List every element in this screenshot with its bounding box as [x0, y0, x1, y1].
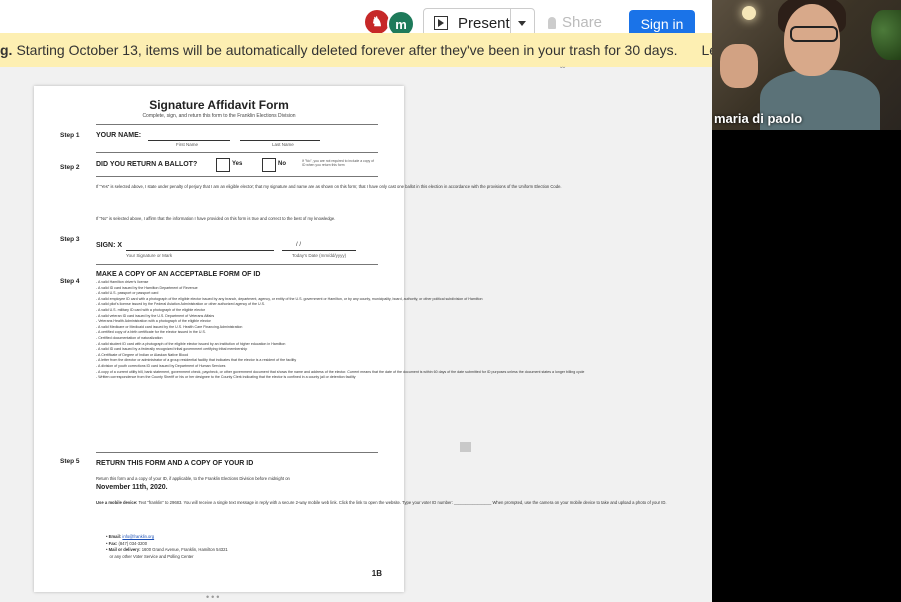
- first-name-line: [148, 140, 230, 141]
- date-separators: / /: [296, 242, 302, 248]
- share-label: Share: [562, 14, 603, 31]
- mobile-instructions: Use a mobile device: Text "franklin" to …: [96, 500, 667, 507]
- banner-text: Starting October 13, items will be autom…: [16, 42, 678, 58]
- contact-list: • Email: info@franklin.org • Fax: (847) …: [106, 534, 388, 560]
- step-5-label: Step 5: [60, 458, 80, 465]
- present-label: Present: [458, 14, 510, 32]
- yes-statement: If "Yes" is selected above, I state unde…: [96, 184, 562, 189]
- present-dropdown-icon[interactable]: [518, 21, 526, 26]
- last-name-line: [240, 140, 320, 141]
- first-name-caption: First Name: [176, 142, 199, 147]
- your-name-label: YOUR NAME:: [96, 132, 142, 139]
- no-note: If "No", you are not required to include…: [302, 159, 374, 168]
- scroll-indicator: ˇˇ: [560, 66, 566, 75]
- mail-row-2: or any other Voter Service and Polling C…: [106, 554, 388, 561]
- participant-name: maria di paolo: [714, 111, 803, 126]
- divider: [96, 176, 378, 177]
- mobile-label: Use a mobile device:: [96, 500, 138, 505]
- trash-notice-banner: g. Starting October 13, items will be au…: [0, 33, 712, 67]
- lock-icon: [548, 16, 556, 29]
- id-heading: MAKE A COPY OF AN ACCEPTABLE FORM OF ID: [96, 271, 261, 278]
- date-line: [282, 250, 356, 251]
- fax-value: (847) 034-3200: [118, 540, 148, 546]
- participant-hand: [720, 44, 758, 88]
- user-avatar-red[interactable]: ♞: [365, 10, 389, 34]
- fax-label: Fax:: [108, 540, 118, 546]
- divider: [96, 452, 378, 453]
- mobile-text: Text "franklin" to 29683. You will recei…: [138, 500, 667, 505]
- step-1-label: Step 1: [60, 132, 80, 139]
- return-heading: RETURN THIS FORM AND A COPY OF YOUR ID: [96, 460, 254, 467]
- divider: [96, 124, 378, 125]
- more-dots[interactable]: •••: [206, 592, 221, 602]
- signature-caption: Your Signature or Mark: [126, 253, 173, 258]
- no-checkbox[interactable]: [262, 158, 276, 172]
- step-2-label: Step 2: [60, 164, 80, 171]
- yes-checkbox[interactable]: [216, 158, 230, 172]
- yes-label: Yes: [232, 161, 243, 167]
- plant: [871, 10, 901, 60]
- deadline-date: November 11th, 2020.: [96, 484, 168, 491]
- no-statement: If "No" is selected above, I affirm that…: [96, 216, 336, 221]
- mail-value-2: or any other Voter Service and Polling C…: [109, 553, 194, 559]
- video-panel: maria di paolo: [712, 0, 901, 602]
- banner-prefix: g.: [0, 42, 13, 58]
- step-4-label: Step 4: [60, 278, 80, 285]
- last-name-caption: Last Name: [272, 142, 294, 147]
- mail-label: Mail or delivery:: [108, 547, 141, 552]
- learn-more-link[interactable]: Learn: [701, 42, 712, 58]
- glasses: [790, 26, 838, 42]
- date-caption: Today's Date (mm/dd/yyyy): [292, 253, 347, 258]
- signature-line: [126, 250, 274, 251]
- affidavit-document: Signature Affidavit Form Complete, sign,…: [34, 86, 667, 592]
- doc-subtitle: Complete, sign, and return this form to …: [142, 113, 296, 119]
- participant-video: maria di paolo: [712, 0, 901, 130]
- sign-label: SIGN: X: [96, 242, 123, 249]
- present-icon: [434, 16, 448, 30]
- return-instructions: Return this form and a copy of your ID, …: [96, 476, 290, 481]
- id-list-item: - Written correspondence from the County…: [96, 375, 356, 380]
- share-button[interactable]: Share: [548, 14, 602, 31]
- email-label: Email:: [108, 534, 122, 539]
- selection-marker: [460, 442, 471, 452]
- lamp: [742, 6, 756, 20]
- no-label: No: [278, 161, 286, 167]
- email-link[interactable]: info@franklin.org: [122, 534, 154, 539]
- step-3-label: Step 3: [60, 236, 80, 243]
- mail-value: 1600 Grand Avenue, Franklin, Hamilton 54…: [141, 547, 228, 552]
- acceptable-id-list: - A valid Hamilton driver's license - A v…: [96, 280, 584, 381]
- return-ballot-question: DID YOU RETURN A BALLOT?: [96, 161, 198, 168]
- divider: [96, 152, 378, 153]
- doc-title: Signature Affidavit Form: [149, 98, 289, 112]
- page-number: 1B: [371, 569, 382, 578]
- divider: [96, 264, 378, 265]
